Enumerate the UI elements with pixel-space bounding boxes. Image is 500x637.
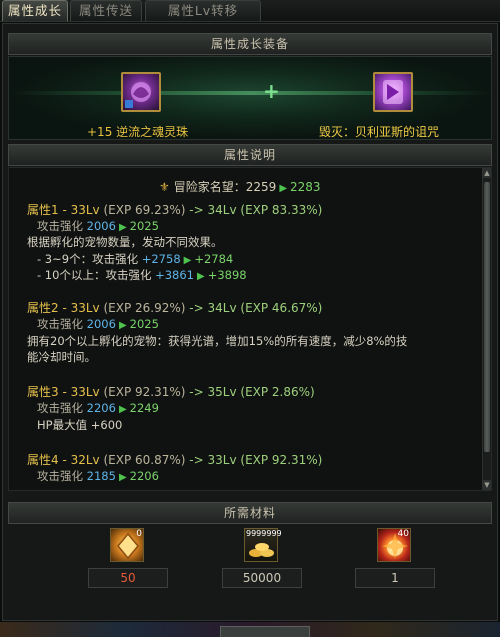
soul-orb-slot[interactable]	[121, 72, 161, 112]
scroll-thumb[interactable]	[484, 182, 490, 452]
fame-label: 冒险家名望：	[173, 180, 246, 194]
plus-icon: +	[263, 79, 280, 103]
attr2-desc-line1: 拥有20个以上孵化的宠物：获得光谱，增加15%的所有速度，减少8%的技	[27, 334, 408, 348]
attr3-stat-label: 攻击强化	[37, 401, 83, 415]
attr1-sub2-from: +3861	[155, 268, 194, 282]
up-arrow-icon: ▶	[279, 183, 288, 194]
attr4-exp: (EXP 60.87%)	[103, 453, 186, 467]
material-count: 1	[355, 568, 435, 588]
curse-item-slot[interactable]	[373, 72, 413, 112]
attr4-stat-to: 2206	[129, 469, 159, 483]
soul-orb-icon	[125, 82, 151, 108]
attr2-stat-label: 攻击强化	[37, 317, 83, 331]
fame-current: 2259	[245, 180, 277, 194]
attr4-stat-label: 攻击强化	[37, 469, 83, 483]
up-arrow-icon: ▶	[118, 320, 127, 331]
attr1-sub2-to: +3898	[207, 268, 247, 282]
tab-bar: 属性成长 属性传送 属性Lv转移	[0, 0, 500, 22]
attr3-stat-from: 2206	[86, 401, 116, 415]
attr1-sub1-from: +2758	[141, 252, 181, 266]
adventurer-fame-line: ⚜ 冒险家名望：2259 ▶ 2283	[159, 178, 321, 195]
up-arrow-icon: ▶	[197, 271, 205, 282]
tab-attribute-level-transfer[interactable]: 属性Lv转移	[145, 0, 261, 21]
glow-decoration	[9, 91, 491, 95]
materials-section-header: 所需材料	[8, 502, 492, 524]
attr1-sub2: - 10个以上：攻击强化 +3861 ▶ +3898	[37, 267, 247, 283]
attr1-arrow: ->	[189, 203, 204, 217]
attr1-title: 属性1 - 33Lv (EXP 69.23%) -> 34Lv (EXP 83.…	[27, 201, 322, 218]
description-section-header: 属性说明	[8, 144, 492, 166]
material-count: 50000	[222, 568, 302, 588]
attr3-stat-to: 2249	[129, 401, 159, 415]
attribute-list: ⚜ 冒险家名望：2259 ▶ 2283 属性1 - 33Lv (EXP 69.23%)…	[8, 167, 492, 491]
attr1-stat: 攻击强化 2006 ▶ 2025	[37, 218, 159, 234]
material-item: 0 50	[88, 526, 168, 606]
attr3-title: 属性3 - 33Lv (EXP 92.31%) -> 35Lv (EXP 2.8…	[27, 383, 315, 400]
material-count: 50	[88, 568, 168, 588]
right-equip-name: 毁灭：贝利亚斯的诅咒	[319, 125, 440, 139]
attr3-stat: 攻击强化 2206 ▶ 2249	[37, 400, 159, 416]
equip-panel: + +15 逆流之魂灵珠 毁灭：贝利亚斯的诅咒	[8, 56, 492, 140]
material-badge: 9999999	[246, 529, 282, 538]
material-badge: 40	[397, 529, 409, 539]
material-item: 9999999 50000	[222, 526, 302, 606]
attr3-level: 属性3 - 33Lv	[27, 385, 100, 399]
crystal-icon[interactable]: 0	[110, 528, 144, 562]
attr1-sub2-label: - 10个以上：攻击强化	[37, 268, 152, 282]
attr3-next: 35Lv (EXP 2.86%)	[207, 385, 315, 399]
attr4-level: 属性4 - 32Lv	[27, 453, 100, 467]
attr1-stat-label: 攻击强化	[37, 219, 83, 233]
up-arrow-icon: ▶	[118, 404, 127, 415]
fame-next: 2283	[290, 180, 321, 194]
up-arrow-icon: ▶	[118, 472, 127, 483]
attr1-exp: (EXP 69.23%)	[103, 203, 186, 217]
left-equip-name: +15 逆流之魂灵珠	[87, 125, 189, 139]
fame-crest-icon: ⚜	[159, 180, 170, 194]
fire-orb-icon[interactable]: 40	[377, 528, 411, 562]
attr1-next: 34Lv (EXP 83.33%)	[207, 203, 323, 217]
attr2-title: 属性2 - 33Lv (EXP 26.92%) -> 34Lv (EXP 46.…	[27, 299, 322, 316]
up-arrow-icon: ▶	[183, 255, 192, 266]
attr1-level: 属性1 - 33Lv	[27, 203, 100, 217]
attr2-desc-line2: 能冷却时间。	[27, 350, 96, 364]
attr4-stat-from: 2185	[86, 469, 116, 483]
material-item: 40 1	[355, 526, 435, 606]
gold-coins-icon[interactable]: 9999999	[244, 528, 282, 562]
attr1-stat-to: 2025	[129, 219, 159, 233]
bottom-strip	[0, 622, 500, 637]
curse-item-icon	[383, 80, 403, 104]
attr2-level: 属性2 - 33Lv	[27, 301, 100, 315]
attr1-sub1-to: +2784	[194, 252, 234, 266]
up-arrow-icon: ▶	[118, 222, 127, 233]
attr2-stat-from: 2006	[86, 317, 116, 331]
attr2-arrow: ->	[189, 301, 204, 315]
attribute-scrollbar[interactable]: ▲ ▼	[482, 168, 491, 490]
material-badge: 0	[136, 529, 142, 539]
attr3-extra: HP最大值 +600	[37, 418, 123, 432]
confirm-button[interactable]	[220, 626, 310, 637]
tab-attribute-growth[interactable]: 属性成长	[2, 0, 68, 21]
attr4-next: 33Lv (EXP 92.31%)	[207, 453, 323, 467]
attr4-stat: 攻击强化 2185 ▶ 2206	[37, 468, 159, 484]
attr1-sub1-label: - 3~9个：攻击强化	[37, 252, 139, 266]
attr4-arrow: ->	[189, 453, 204, 467]
attr2-next: 34Lv (EXP 46.67%)	[207, 301, 323, 315]
attr2-exp: (EXP 26.92%)	[103, 301, 186, 315]
attr2-stat: 攻击强化 2006 ▶ 2025	[37, 316, 159, 332]
attr3-arrow: ->	[189, 385, 204, 399]
attr4-title: 属性4 - 32Lv (EXP 60.87%) -> 33Lv (EXP 92.…	[27, 451, 322, 468]
scroll-up-icon[interactable]: ▲	[483, 168, 491, 178]
tab-attribute-transfer[interactable]: 属性传送	[70, 0, 142, 21]
scroll-down-icon[interactable]: ▼	[483, 480, 491, 490]
attr1-desc: 根据孵化的宠物数量，发动不同效果。	[27, 235, 223, 249]
equip-section-header: 属性成长装备	[8, 33, 492, 55]
materials-row: 0 50 9999999 50000 40 1	[8, 526, 492, 606]
attr2-stat-to: 2025	[129, 317, 159, 331]
attr1-stat-from: 2006	[86, 219, 116, 233]
attr1-sub1: - 3~9个：攻击强化 +2758 ▶ +2784	[37, 251, 233, 267]
attr3-exp: (EXP 92.31%)	[103, 385, 186, 399]
